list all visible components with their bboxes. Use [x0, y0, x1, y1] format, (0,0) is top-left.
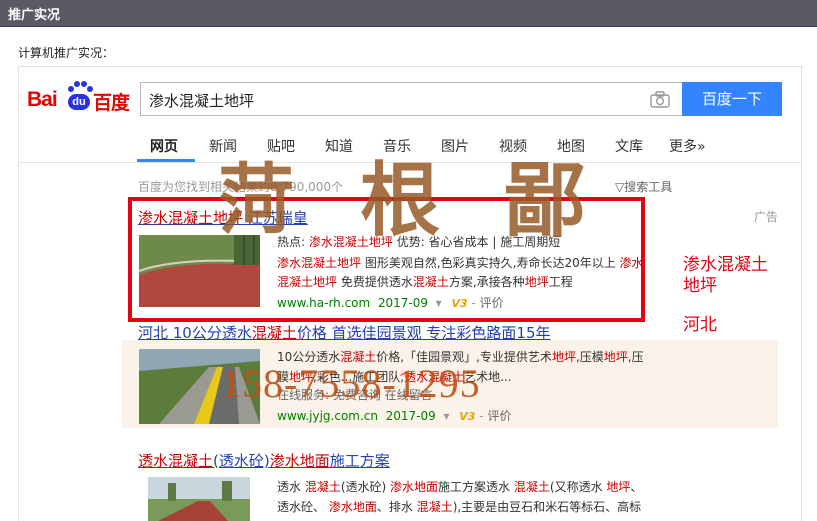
watermark-char-3: 鄙: [504, 153, 587, 249]
result-2-eval-link[interactable]: 评价: [487, 409, 511, 423]
result-2-date: 2017-09: [385, 409, 436, 423]
text-seg: 河北 10公分透水: [138, 324, 252, 342]
text-seg: (又称透水: [549, 480, 607, 494]
text-seg: 价格 首选佳园景观 专注彩色路面15年: [296, 324, 551, 342]
text-seg: 透水砼、: [277, 500, 329, 514]
text-seg: (透水砼): [340, 480, 391, 494]
logo-baidu-cn: 百度: [93, 92, 130, 114]
result-2-meta: www.jyjg.com.cn 2017-09 ▾ V3 - 评价: [277, 407, 511, 424]
tab-wenku[interactable]: 文库: [615, 136, 643, 156]
result-3-line-1: 透水 混凝土(透水砼) 渗水地面施工方案透水 混凝土(又称透水 地坪、: [277, 478, 642, 497]
result-3-thumbnail[interactable]: [148, 477, 250, 521]
result-2-title[interactable]: 河北 10公分透水混凝土价格 首选佳园景观 专注彩色路面15年: [138, 322, 551, 343]
text-keyword: 地坪: [606, 480, 631, 494]
logo-bai-text: Bai: [27, 88, 58, 111]
tab-more[interactable]: 更多»: [669, 136, 706, 156]
dropdown-arrow-icon[interactable]: ▾: [443, 409, 449, 423]
text-keyword: 渗水地面: [390, 480, 439, 494]
pc-preview-label: 计算机推广实况：: [18, 46, 115, 60]
search-input[interactable]: [149, 89, 629, 111]
watermark-char-2: 根: [360, 153, 440, 247]
ad-badge: 广告: [754, 210, 779, 224]
text-seg: ),主要是由豆石和米石等标石、高标: [452, 500, 642, 514]
text-keyword: 渗水地面: [328, 500, 377, 514]
text-seg: 、: [630, 480, 643, 494]
top-bar: 推广实况: [0, 0, 817, 27]
tab-web[interactable]: 网页: [150, 136, 178, 156]
text-seg: ,压模: [575, 350, 604, 364]
text-keyword: 地坪: [551, 350, 576, 364]
tab-images[interactable]: 图片: [441, 136, 469, 156]
result-2-url[interactable]: www.jyjg.com.cn: [277, 409, 378, 423]
camera-icon[interactable]: [650, 91, 670, 108]
v3-badge-icon[interactable]: V3: [459, 410, 475, 423]
text-keyword: 混凝土: [416, 500, 453, 514]
text-seg: ,压: [627, 350, 644, 364]
text-keyword: 渗水地面: [269, 452, 330, 470]
text-seg: 透水: [277, 480, 305, 494]
annotation-keyword-line-2: 地坪: [683, 276, 717, 296]
search-box: [140, 82, 682, 116]
watermark-char-1: 菏: [218, 155, 294, 244]
text-keyword: 混凝土: [251, 324, 297, 342]
logo-du-text: du: [68, 94, 90, 110]
result-3-line-2: 透水砼、 渗水地面、排水 混凝土),主要是由豆石和米石等标石、高标: [277, 498, 641, 517]
result-3-title[interactable]: 透水混凝土(透水砼)渗水地面施工方案: [138, 450, 390, 471]
text-keyword: 地坪: [603, 350, 628, 364]
text-seg: 施工方案: [329, 452, 390, 470]
text-keyword: 透水混凝土: [138, 452, 214, 470]
annotation-region: 河北: [683, 315, 717, 335]
annotation-keyword-line-1: 渗水混凝土: [683, 255, 768, 275]
text-keyword: 混凝土: [513, 480, 550, 494]
text-seg: 施工方案透水: [438, 480, 514, 494]
phone-watermark: 158-7558-1295: [221, 361, 481, 406]
search-tools-button[interactable]: ▽搜索工具: [615, 178, 672, 195]
annotation-keyword: 渗水混凝土 地坪: [683, 255, 768, 297]
page-title: 推广实况: [8, 8, 61, 23]
tab-zhidao[interactable]: 知道: [325, 136, 353, 156]
baidu-logo[interactable]: Bai du 百度: [27, 80, 135, 114]
text-keyword: 混凝土: [304, 480, 341, 494]
text-seg: 、排水: [376, 500, 417, 514]
search-button[interactable]: 百度一下: [682, 82, 782, 116]
meta-separator: -: [479, 409, 484, 423]
text-seg: (透水砼): [213, 452, 270, 470]
